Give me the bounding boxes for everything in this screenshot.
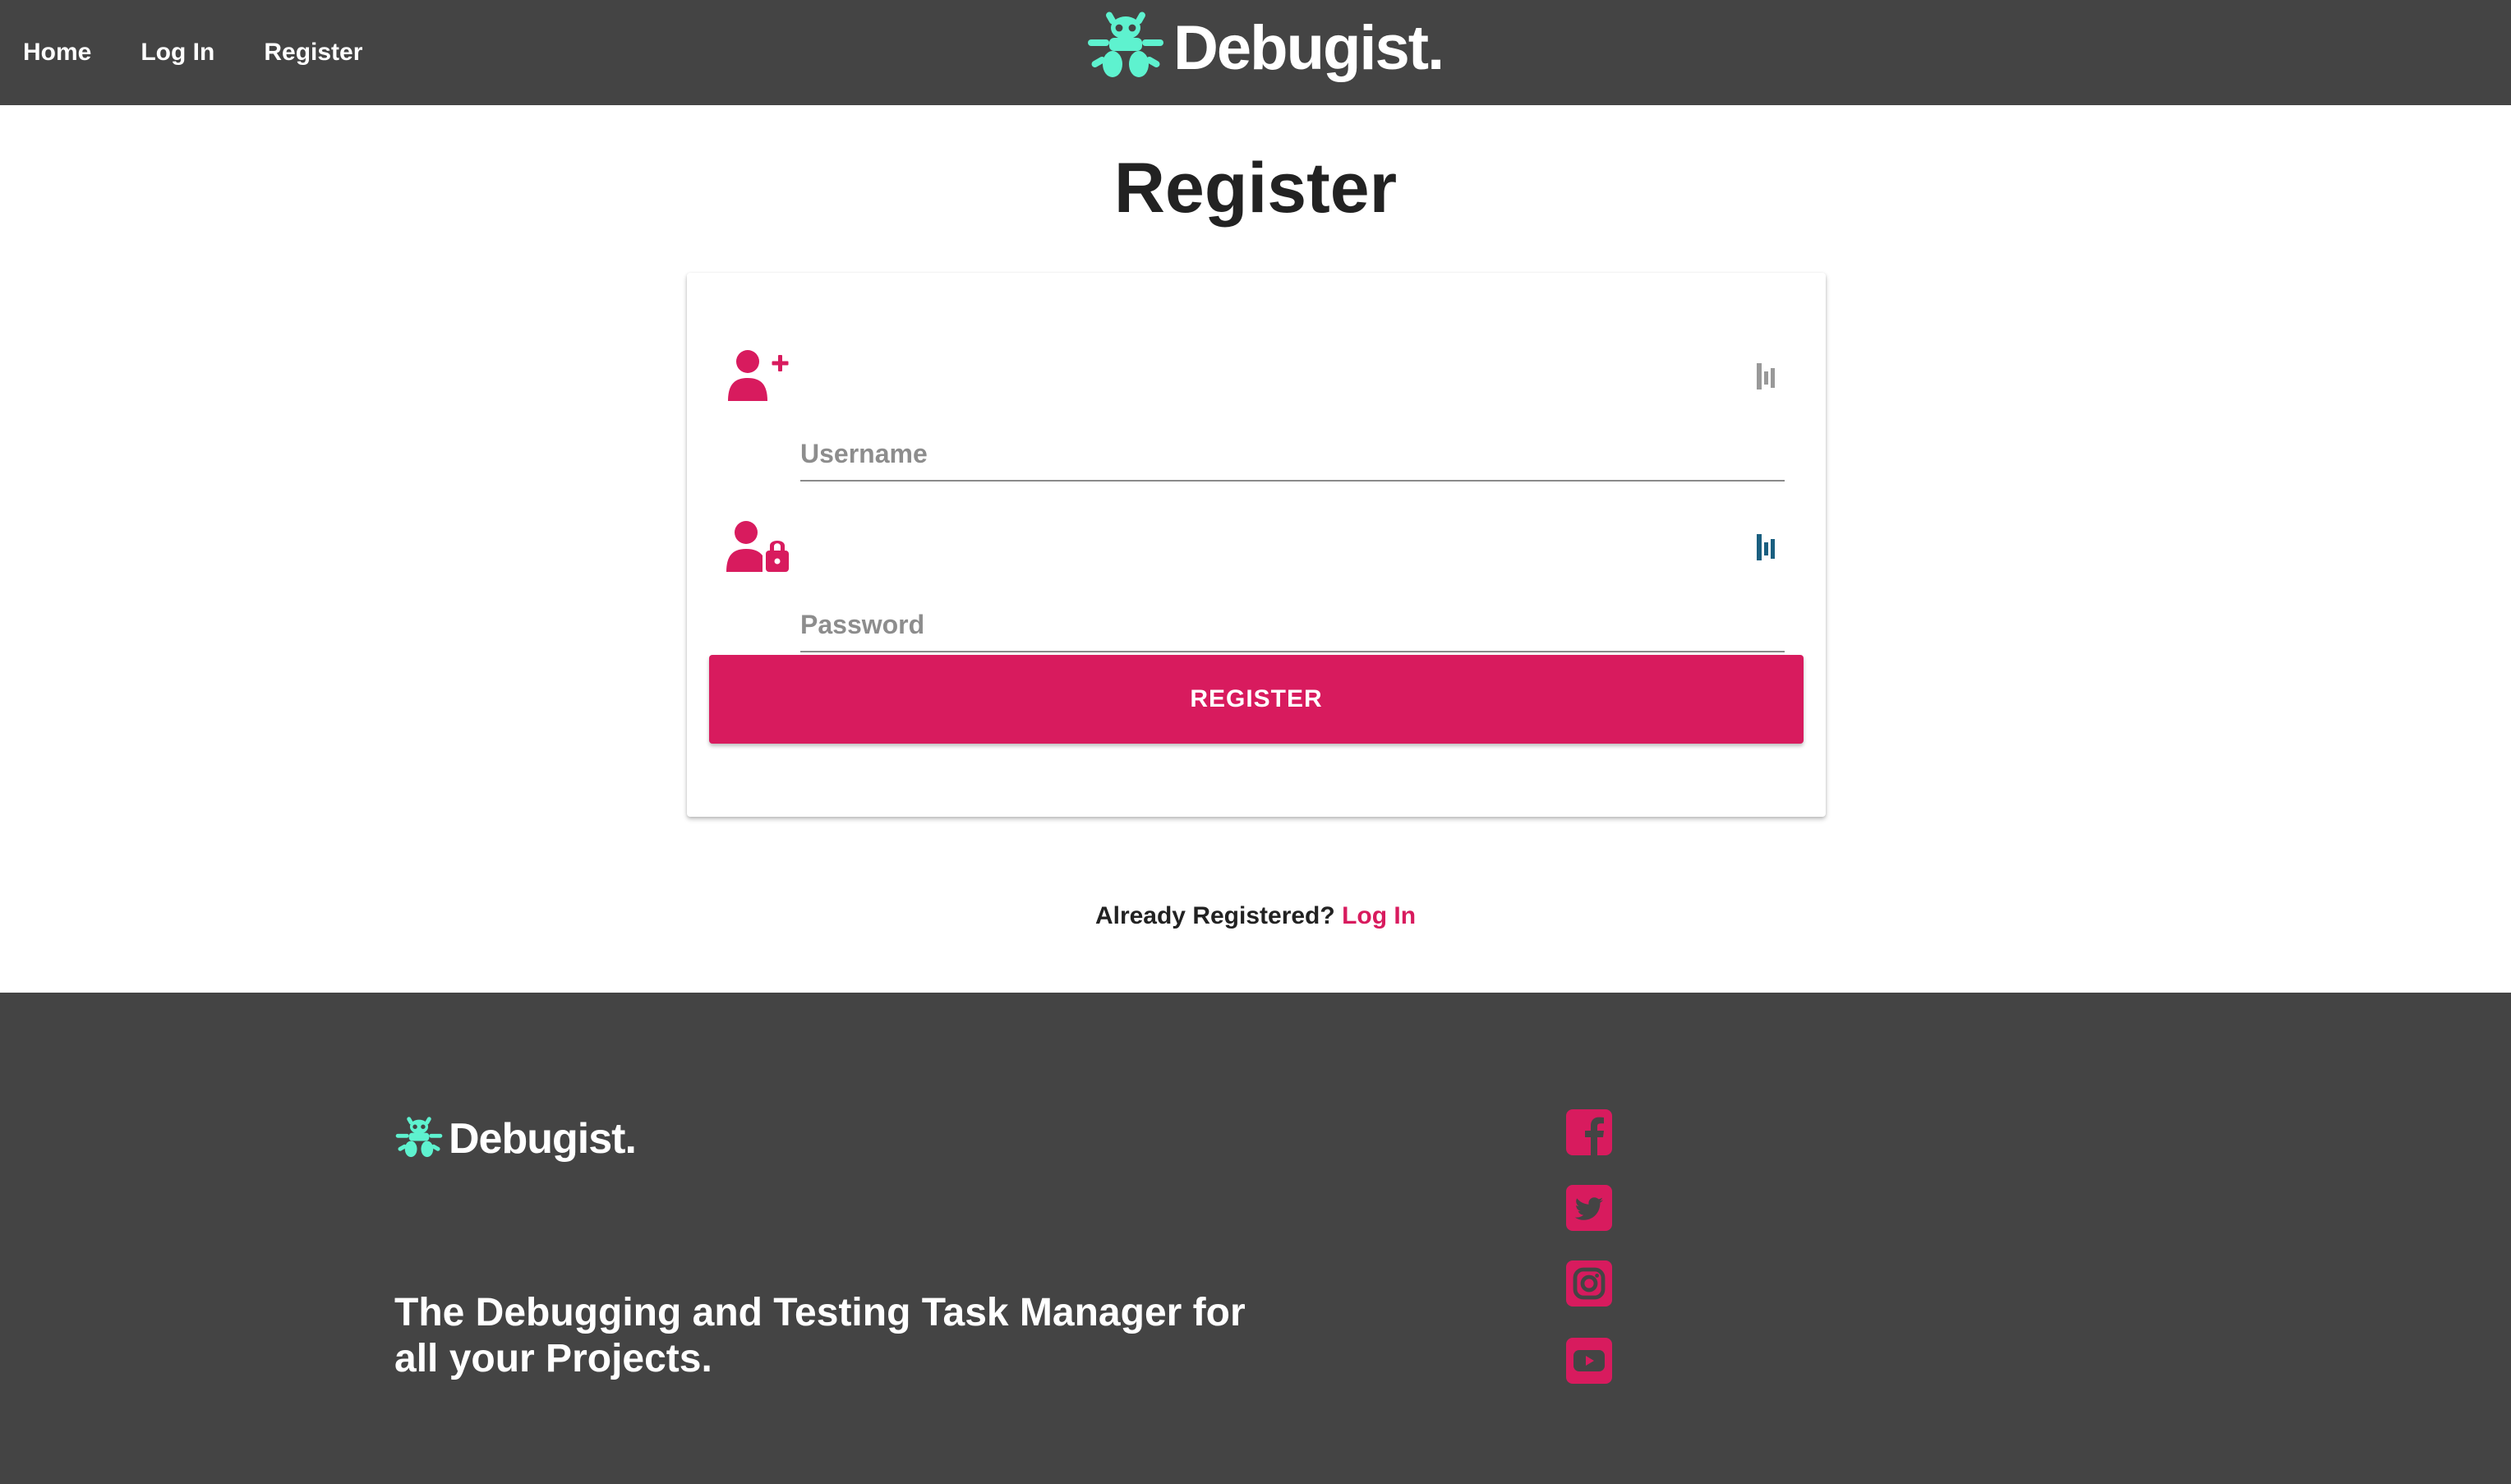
footer-tagline: The Debugging and Testing Task Manager f… bbox=[394, 1291, 1246, 1380]
already-registered-label: Already Registered? bbox=[1094, 902, 1335, 929]
register-button[interactable]: REGISTER bbox=[709, 655, 1804, 744]
password-input[interactable] bbox=[800, 598, 1785, 652]
nav-register-link[interactable]: Register bbox=[264, 39, 362, 67]
youtube-icon[interactable] bbox=[1566, 1338, 1612, 1384]
footer-brand-logo[interactable]: Debugist. bbox=[393, 1114, 637, 1164]
footer-brand-name: Debugist. bbox=[449, 1115, 637, 1163]
bug-logo-icon bbox=[395, 1117, 443, 1158]
nav-links: Home Log In Register bbox=[23, 0, 362, 105]
page-title: Register bbox=[1113, 149, 1398, 228]
already-registered-text: Already Registered? Log In bbox=[0, 902, 2511, 930]
twitter-icon[interactable] bbox=[1566, 1185, 1612, 1231]
password-manager-icon[interactable] bbox=[1757, 534, 1776, 560]
footer: Debugist. The Debugging and Testing Task… bbox=[0, 993, 2511, 1484]
register-form-card: REGISTER bbox=[687, 273, 1826, 817]
user-lock-icon bbox=[726, 521, 789, 572]
brand-name: Debugist. bbox=[1173, 12, 1444, 83]
bug-logo-icon bbox=[1088, 12, 1163, 77]
top-navbar: Home Log In Register Debugist. bbox=[0, 0, 2511, 105]
nav-home-link[interactable]: Home bbox=[23, 39, 91, 67]
brand-logo[interactable]: Debugist. bbox=[1083, 8, 1444, 87]
facebook-icon[interactable] bbox=[1566, 1109, 1612, 1155]
nav-login-link[interactable]: Log In bbox=[141, 39, 214, 67]
username-input[interactable] bbox=[800, 427, 1785, 482]
instagram-icon[interactable] bbox=[1566, 1260, 1612, 1307]
user-plus-icon bbox=[728, 350, 789, 401]
password-manager-icon[interactable] bbox=[1757, 363, 1776, 389]
login-link[interactable]: Log In bbox=[1342, 902, 1416, 929]
